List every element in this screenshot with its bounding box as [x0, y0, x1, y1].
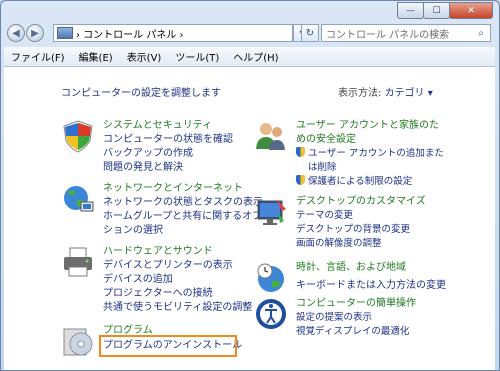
task-link[interactable]: キーボードまたは入力方法の変更	[296, 279, 446, 293]
address-path: › コントロール パネル ›	[76, 29, 184, 41]
refresh-button[interactable]: ↻	[301, 24, 319, 42]
address-bar-row: ◀ ▶ › コントロール パネル › ▾ ↻ コントロール パネルの検索 ⌕	[5, 21, 495, 47]
highlight-box	[99, 335, 237, 357]
task-link[interactable]: 設定の提案の表示	[296, 311, 416, 325]
task-link[interactable]: 視覚ディスプレイの最適化	[296, 325, 416, 339]
globe-network-icon	[64, 186, 94, 212]
title-buttons: — ☐ ✕	[397, 2, 493, 19]
back-arrow-icon: ◀	[12, 27, 20, 39]
category-text: ネットワークとインターネット ネットワークの状態とタスクの表示 ホームグループと…	[103, 182, 263, 238]
minimize-button[interactable]: —	[397, 2, 424, 19]
maximize-button[interactable]: ☐	[423, 2, 450, 19]
category-text: ハードウェアとサウンド デバイスとプリンターの表示 デバイスの追加 プロジェクタ…	[103, 245, 252, 315]
category-title[interactable]: デスクトップのカスタマイズ	[296, 195, 426, 209]
uac-shield-icon	[296, 147, 305, 157]
category-text: 時計、言語、および地域 キーボードまたは入力方法の変更	[296, 261, 446, 293]
category-title[interactable]: ユーザー アカウントと家族のた	[296, 119, 444, 133]
control-panel-icon	[57, 27, 73, 39]
task-link[interactable]: ユーザー アカウントの追加また	[296, 147, 444, 161]
control-panel-window: — ☐ ✕ ◀ ▶ › コントロール パネル › ▾ ↻ コントロール パネルの…	[0, 0, 500, 371]
forward-button[interactable]: ▶	[26, 24, 44, 42]
task-link[interactable]: テーマの変更	[296, 209, 426, 223]
task-link[interactable]: デバイスとプリンターの表示	[103, 259, 252, 273]
category-title[interactable]: 時計、言語、および地域	[296, 261, 446, 275]
shield-icon	[63, 120, 93, 153]
menu-view[interactable]: 表示(V)	[120, 49, 169, 64]
category-title[interactable]: ネットワークとインターネット	[103, 182, 263, 196]
menu-tools[interactable]: ツール(T)	[168, 49, 226, 64]
menu-edit[interactable]: 編集(E)	[72, 49, 120, 64]
task-link[interactable]: デバイスの追加	[103, 273, 252, 287]
category-text: システムとセキュリティ コンピューターの状態を確認 バックアップの作成 問題の発…	[103, 119, 233, 175]
category-title[interactable]: システムとセキュリティ	[103, 119, 233, 133]
menu-bar: ファイル(F) 編集(E) 表示(V) ツール(T) ヘルプ(H)	[4, 47, 495, 67]
category-title-line2[interactable]: めの安全設定	[296, 133, 444, 147]
clock-globe-icon	[257, 263, 284, 292]
task-link[interactable]: ションの選択	[103, 224, 263, 238]
uac-shield-icon	[296, 175, 305, 185]
task-link[interactable]: 保護者による制限の設定	[296, 175, 444, 189]
task-link[interactable]: 問題の発見と解決	[103, 161, 233, 175]
back-button[interactable]: ◀	[7, 24, 25, 42]
page-title: コンピューターの設定を調整します	[61, 88, 221, 99]
task-link[interactable]: 共通で使うモビリティ設定の調整	[103, 301, 252, 315]
view-by-dropdown[interactable]: カテゴリ ▾	[385, 88, 433, 99]
users-icon	[256, 123, 285, 150]
category-text: ユーザー アカウントと家族のた めの安全設定 ユーザー アカウントの追加また は…	[296, 119, 444, 189]
menu-file[interactable]: ファイル(F)	[4, 49, 72, 64]
desktop-customize-icon	[257, 199, 286, 225]
task-link[interactable]: ネットワークの状態とタスクの表示	[103, 196, 263, 210]
printer-icon	[64, 247, 92, 277]
address-box[interactable]: › コントロール パネル ›	[53, 24, 293, 42]
category-title[interactable]: ハードウェアとサウンド	[103, 245, 252, 259]
search-icon[interactable]: ⌕	[472, 28, 490, 39]
task-link[interactable]: コンピューターの状態を確認	[103, 133, 233, 147]
category-text: デスクトップのカスタマイズ テーマの変更 デスクトップの背景の変更 画面の解像度…	[296, 195, 426, 251]
task-link[interactable]: ホームグループと共有に関するオプ	[103, 210, 263, 224]
task-link[interactable]: デスクトップの背景の変更	[296, 223, 426, 237]
view-by-label: 表示方法:	[338, 88, 382, 99]
view-by: 表示方法: カテゴリ ▾	[338, 84, 433, 99]
category-text: コンピューターの簡単操作 設定の提案の表示 視覚ディスプレイの最適化	[296, 297, 416, 339]
menu-help[interactable]: ヘルプ(H)	[226, 49, 285, 64]
search-input[interactable]: コントロール パネルの検索	[322, 26, 472, 41]
task-link[interactable]: 画面の解像度の調整	[296, 237, 426, 251]
refresh-icon: ↻	[305, 27, 315, 39]
task-link[interactable]: プロジェクターへの接続	[103, 287, 252, 301]
forward-arrow-icon: ▶	[31, 27, 39, 39]
search-box[interactable]: コントロール パネルの検索 ⌕	[321, 24, 491, 42]
ease-of-access-icon	[256, 299, 286, 329]
task-link[interactable]: バックアップの作成	[103, 147, 233, 161]
close-button[interactable]: ✕	[449, 2, 493, 19]
content-area: コンピューターの設定を調整します 表示方法: カテゴリ ▾ システムとセキュリテ…	[4, 67, 495, 370]
programs-icon	[63, 328, 93, 356]
task-link[interactable]: は削除	[296, 161, 444, 175]
category-title[interactable]: コンピューターの簡単操作	[296, 297, 416, 311]
